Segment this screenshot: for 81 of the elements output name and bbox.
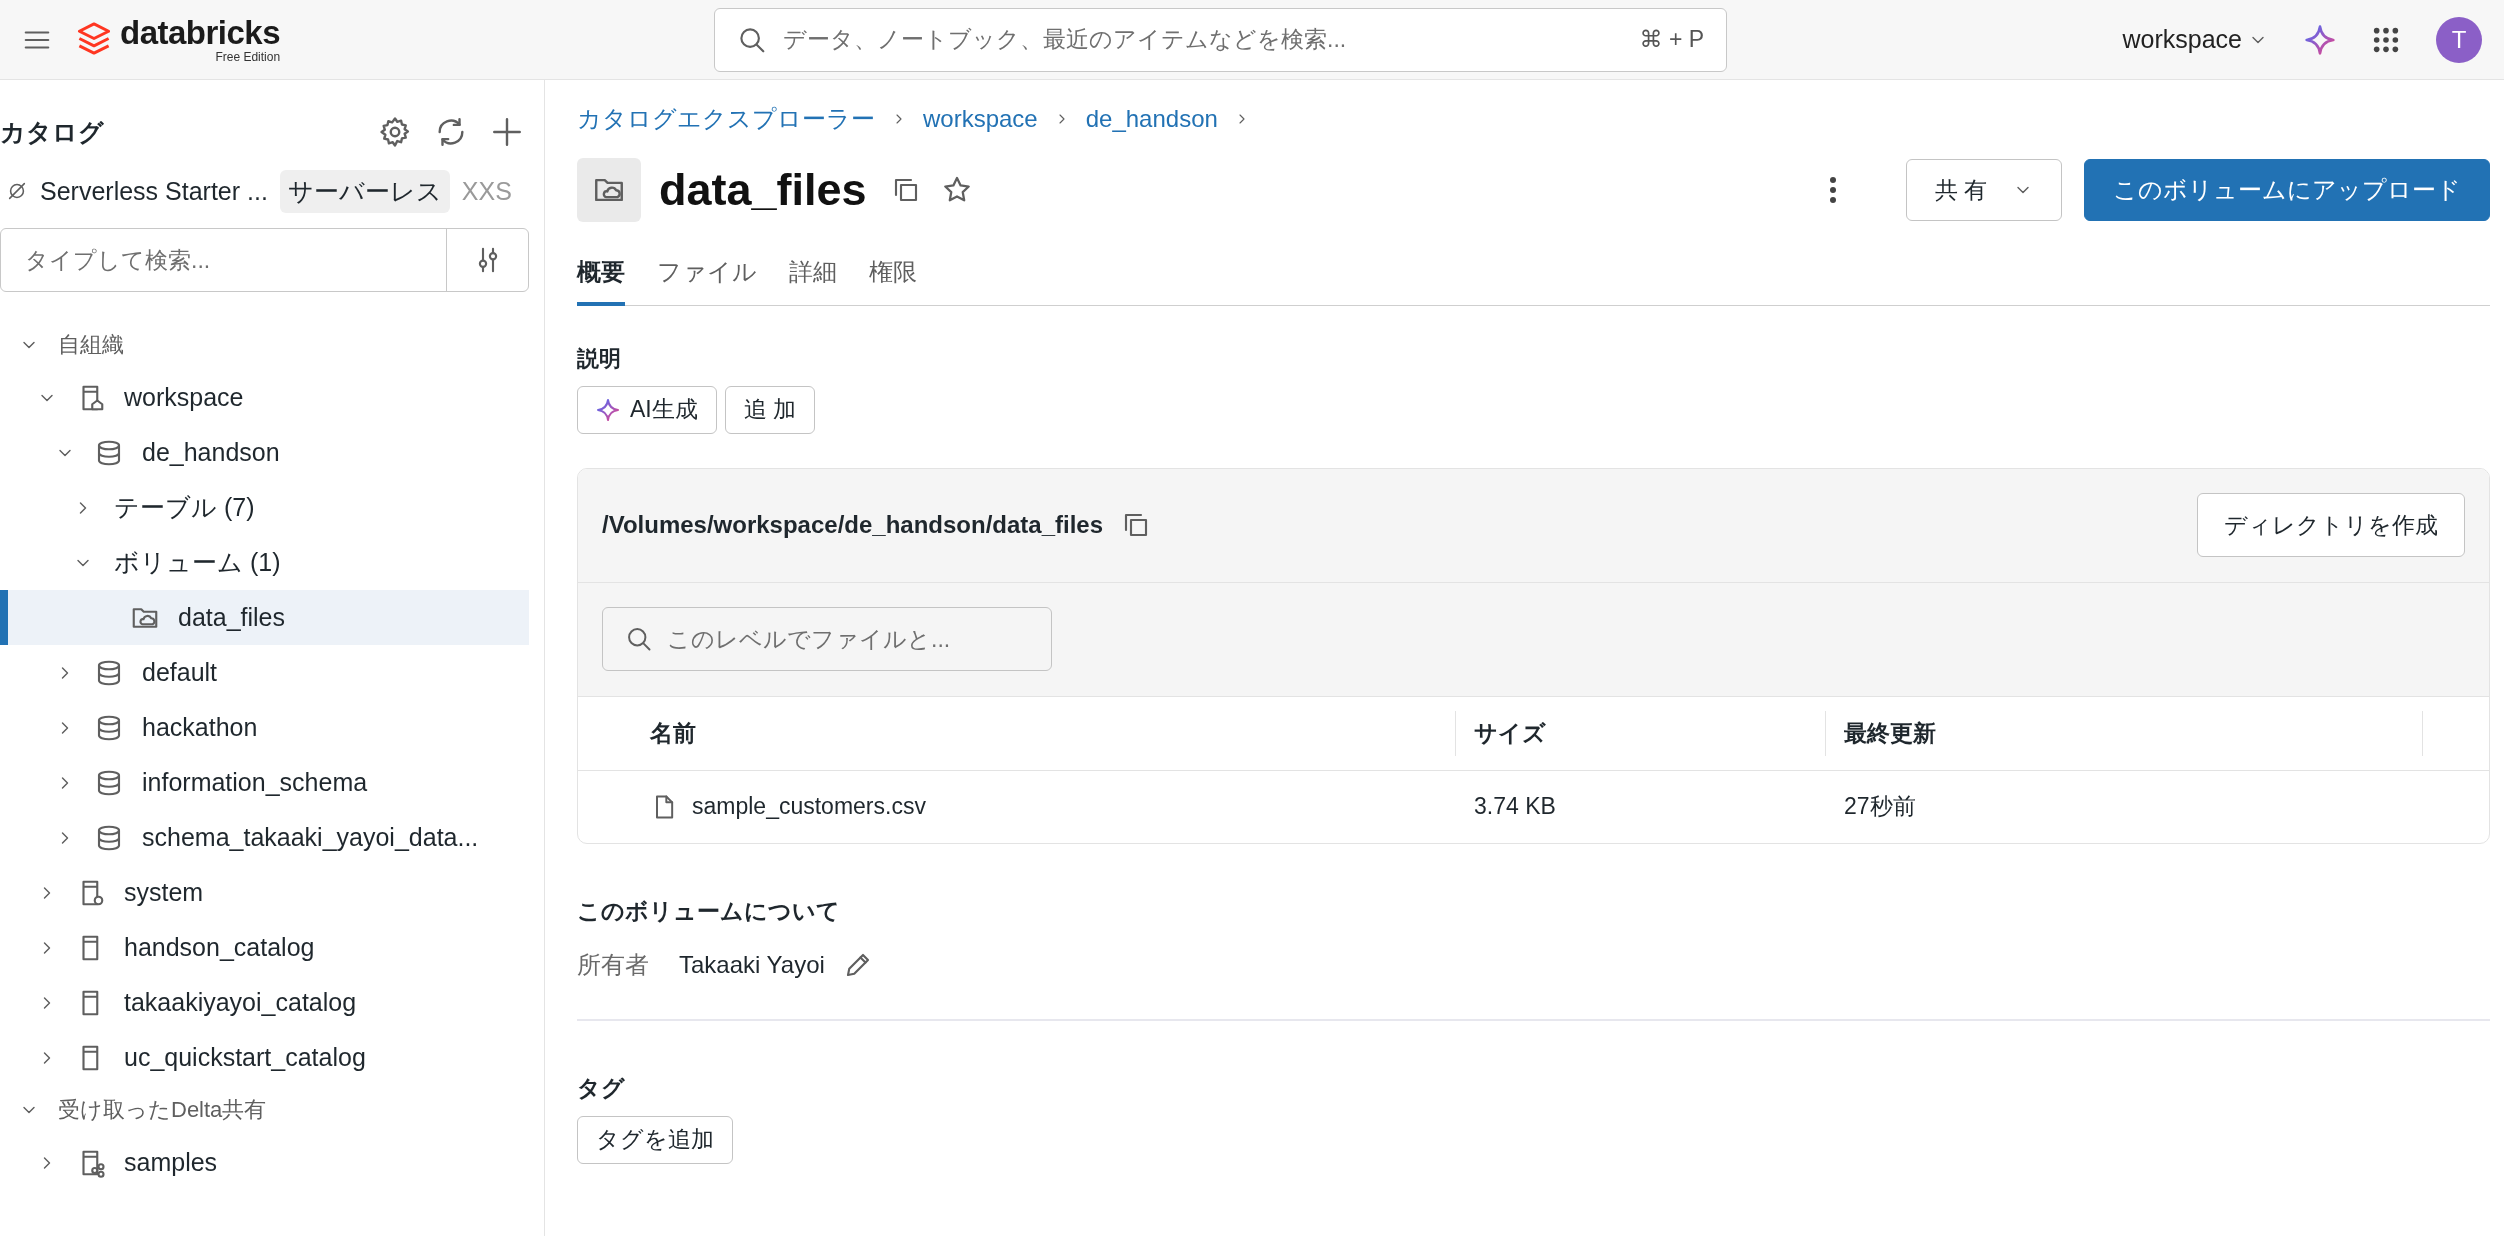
tree-label: 自組織 — [58, 331, 124, 359]
table-cell: 3.74 KB — [1474, 793, 1556, 820]
tree-label: ボリューム (1) — [114, 547, 281, 578]
sidebar-title: カタログ — [0, 116, 105, 148]
workspace-switcher[interactable]: workspace — [2122, 25, 2268, 54]
sparkle-icon — [596, 397, 620, 422]
tab[interactable]: ファイル — [657, 244, 757, 306]
share-button[interactable]: 共 有 — [1906, 159, 2062, 221]
create-directory-button[interactable]: ディレクトリを作成 — [2197, 493, 2465, 557]
tab[interactable]: 詳細 — [789, 244, 837, 306]
table-cell-text: 27秒前 — [1844, 792, 1916, 821]
compute-size: XXS — [461, 176, 512, 206]
compute-type-tag: サーバーレス — [279, 169, 450, 213]
tree-label: samples — [124, 1148, 218, 1177]
tree-label: テーブル (7) — [114, 492, 255, 523]
edition-label: Free Edition — [215, 51, 281, 63]
tree-item[interactable]: 自組織 — [0, 320, 529, 370]
add-icon — [490, 115, 524, 149]
assistant-icon — [2304, 23, 2336, 56]
tree-item[interactable]: uc_quickstart_catalog — [0, 1030, 529, 1085]
tree-item[interactable]: handson_catalog — [0, 920, 529, 975]
settings-icon — [378, 115, 412, 149]
tree-item[interactable]: ボリューム (1) — [0, 535, 529, 590]
tree-item[interactable]: samples — [0, 1135, 529, 1190]
ai-generate-button[interactable]: AI生成 — [577, 385, 717, 434]
breadcrumb-link[interactable]: de_handson — [1085, 105, 1218, 133]
breadcrumb-link[interactable]: カタログエクスプローラー — [577, 103, 875, 135]
compute-name[interactable]: Serverless Starter ... — [40, 176, 268, 206]
tree-item[interactable]: default — [0, 645, 529, 700]
add-button[interactable]: 追 加 — [724, 385, 816, 434]
more-icon[interactable] — [1828, 175, 1838, 205]
tree-label: de_handson — [142, 438, 280, 467]
column-header[interactable]: サイズ — [1474, 717, 1546, 749]
tree-label: schema_takaaki_yayoi_data... — [142, 823, 479, 852]
tree-item[interactable]: information_schema — [0, 755, 529, 810]
upload-button[interactable]: このボリュームにアップロード — [2084, 159, 2490, 221]
compute-status-icon — [6, 180, 28, 202]
tree-label: uc_quickstart_catalog — [124, 1043, 366, 1072]
tree-label: hackathon — [142, 713, 258, 742]
tree-item[interactable]: system — [0, 865, 529, 920]
tree-label: handson_catalog — [124, 933, 315, 962]
apps-grid-icon[interactable] — [2372, 25, 2400, 54]
section-heading: タグ — [577, 1073, 626, 1103]
add-tag-button[interactable]: タグを追加 — [577, 1115, 733, 1164]
page-title: data_files — [659, 164, 867, 216]
volume-path: /Volumes/workspace/de_handson/data_files — [602, 511, 1104, 539]
tree-label: takaakiyayoi_catalog — [124, 988, 357, 1017]
file-search-field[interactable]: このレベルでファイルと... — [602, 607, 1052, 671]
column-header[interactable]: 名前 — [650, 717, 696, 749]
tree-item[interactable]: data_files — [0, 590, 529, 645]
tree-item[interactable]: workspace — [0, 370, 529, 425]
owner-name: Takaaki Yayoi — [679, 950, 825, 979]
tree-label: system — [124, 878, 204, 907]
tree-label: 受け取ったDelta共有 — [58, 1096, 267, 1124]
tree-item[interactable]: de_handson — [0, 425, 529, 480]
search-input[interactable]: データ、ノートブック、最近のアイテムなどを検索... — [781, 25, 1626, 54]
tab[interactable]: 概要 — [577, 244, 625, 306]
file-search-input[interactable]: このレベルでファイルと... — [665, 624, 1029, 654]
column-header[interactable]: 最終更新 — [1844, 717, 1936, 749]
catalog-search-field[interactable]: タイプして検索... — [0, 228, 529, 292]
search-icon — [625, 625, 653, 653]
section-heading: このボリュームについて — [577, 896, 841, 926]
tree-item[interactable]: テーブル (7) — [0, 480, 529, 535]
user-avatar[interactable]: T — [2436, 16, 2482, 63]
file-name[interactable]: sample_customers.csv — [692, 793, 926, 820]
tree-label: data_files — [178, 603, 286, 632]
tree-label: information_schema — [142, 768, 368, 797]
owner-label: 所有者 — [577, 949, 649, 980]
tab[interactable]: 権限 — [869, 244, 917, 306]
brand-name: databricks — [120, 16, 281, 49]
tree-label: workspace — [124, 383, 244, 412]
tree-item[interactable]: schema_takaaki_yayoi_data... — [0, 810, 529, 865]
tree-item[interactable]: takaakiyayoi_catalog — [0, 975, 529, 1030]
tree-label: default — [142, 658, 218, 687]
tree-item[interactable]: 受け取ったDelta共有 — [0, 1085, 529, 1135]
breadcrumb-link[interactable]: workspace — [923, 105, 1038, 133]
tree-item[interactable]: hackathon — [0, 700, 529, 755]
search-field[interactable]: データ、ノートブック、最近のアイテムなどを検索... ⌘ + P — [714, 7, 1728, 72]
section-label: 説明 — [577, 344, 622, 373]
catalog-search-input[interactable]: タイプして検索... — [1, 229, 446, 291]
shortcut-hint: ⌘ + P — [1639, 26, 1705, 53]
